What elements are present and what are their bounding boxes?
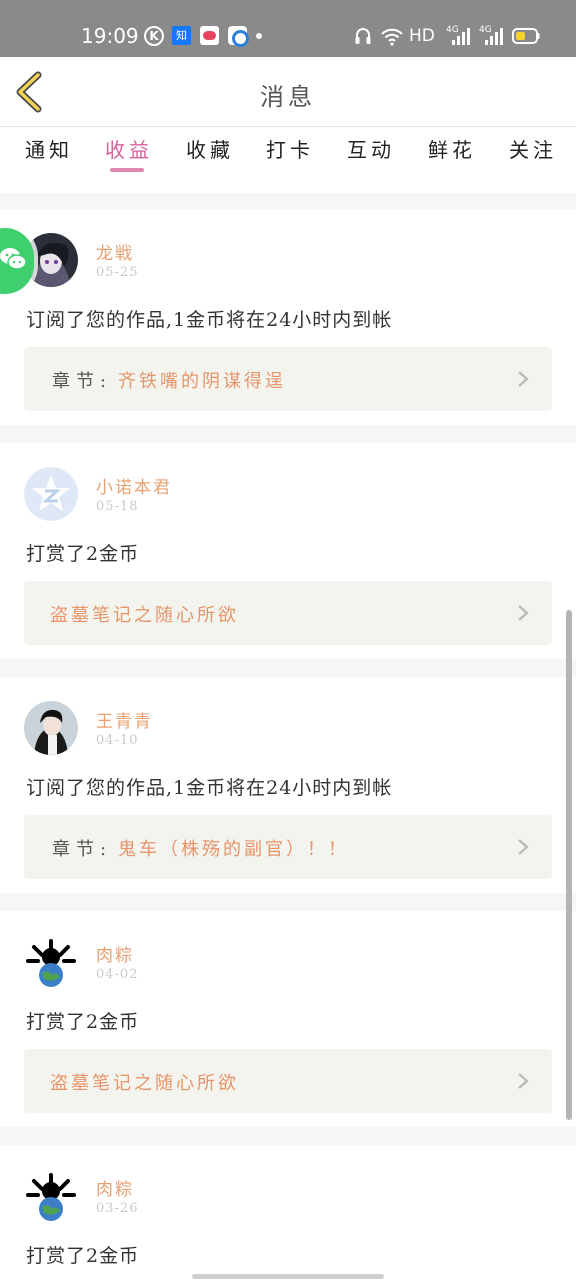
- chapter-link[interactable]: 盗墓笔记之随心所欲: [24, 581, 552, 645]
- message-card: 肉粽 03-26 打赏了2金币: [0, 1145, 576, 1280]
- chapter-title: 齐铁嘴的阴谋得逞: [118, 371, 286, 392]
- user-name: 王青青: [96, 712, 153, 732]
- zhihu-icon: 知: [172, 26, 191, 45]
- scrollbar[interactable]: [566, 610, 572, 1120]
- wechat-icon: [0, 248, 27, 270]
- chapter-link[interactable]: 章节: 齐铁嘴的阴谋得逞: [24, 347, 552, 411]
- message-date: 05-25: [96, 265, 139, 280]
- tab-interactions[interactable]: 互动: [346, 135, 396, 179]
- chevron-right-icon: [518, 1073, 529, 1089]
- tab-flowers[interactable]: 鲜花: [427, 135, 477, 179]
- browser-icon: [228, 26, 249, 47]
- chapter-title: 鬼车（株殇的副官）！！: [118, 839, 349, 860]
- user-name: 小诺本君: [96, 478, 172, 498]
- avatar[interactable]: [24, 701, 78, 755]
- chevron-right-icon: [518, 371, 529, 387]
- message-text: 订阅了您的作品,1金币将在24小时内到帐: [26, 777, 393, 799]
- avatar[interactable]: [24, 467, 78, 521]
- message-card: 小诺本君 05-18 打赏了2金币 盗墓笔记之随心所欲: [0, 443, 576, 659]
- message-date: 04-02: [96, 967, 139, 982]
- page-title: 消息: [260, 83, 316, 111]
- message-card: 龙戦 05-25 订阅了您的作品,1金币将在24小时内到帐 章节: 齐铁嘴的阴谋…: [0, 209, 576, 425]
- battery-icon: [512, 28, 540, 44]
- status-bar: 19:09 K 知 HD 4G 4G: [0, 0, 576, 57]
- message-date: 05-18: [96, 499, 139, 514]
- tab-checkin[interactable]: 打卡: [265, 135, 315, 179]
- message-text: 订阅了您的作品,1金币将在24小时内到帐: [26, 309, 393, 331]
- tab-earnings[interactable]: 收益: [104, 135, 154, 179]
- chapter-label: 章节:: [52, 839, 113, 860]
- wifi-icon: [381, 28, 403, 46]
- category-tabs: 通知 收益 收藏 打卡 互动 鲜花 关注: [0, 127, 576, 193]
- chapter-title: 盗墓笔记之随心所欲: [50, 1073, 239, 1094]
- message-date: 03-26: [96, 1201, 139, 1216]
- message-text: 打赏了2金币: [26, 543, 140, 565]
- avatar[interactable]: [24, 935, 78, 989]
- chapter-link[interactable]: 盗墓笔记之随心所欲: [24, 1049, 552, 1113]
- user-name: 肉粽: [96, 946, 134, 966]
- chapter-link[interactable]: 章节: 鬼车（株殇的副官）！！: [24, 815, 552, 879]
- chapter-title: 盗墓笔记之随心所欲: [50, 605, 239, 626]
- status-time: 19:09: [81, 24, 139, 48]
- signal-icon-2: [485, 28, 503, 45]
- chevron-right-icon: [518, 839, 529, 855]
- message-card: 王青青 04-10 订阅了您的作品,1金币将在24小时内到帐 章节: 鬼车（株殇…: [0, 677, 576, 893]
- user-name: 肉粽: [96, 1180, 134, 1200]
- hd-label: HD: [409, 26, 435, 46]
- tab-following[interactable]: 关注: [508, 135, 558, 179]
- headphones-icon: [355, 28, 371, 44]
- chevron-right-icon: [518, 605, 529, 621]
- chapter-label: 章节:: [52, 371, 113, 392]
- k-circle-icon: K: [144, 26, 164, 46]
- message-date: 04-10: [96, 733, 139, 748]
- home-indicator[interactable]: [192, 1274, 384, 1279]
- tab-notifications[interactable]: 通知: [24, 135, 74, 179]
- signal-icon: [452, 28, 470, 45]
- user-name: 龙戦: [96, 244, 134, 264]
- top-navigation-bar: 消息: [0, 57, 576, 127]
- message-text: 打赏了2金币: [26, 1245, 140, 1267]
- app-icon: [200, 26, 219, 45]
- message-card: 肉粽 04-02 打赏了2金币 盗墓笔记之随心所欲: [0, 911, 576, 1127]
- avatar[interactable]: [24, 1169, 78, 1223]
- notification-dot-icon: [256, 33, 262, 39]
- message-text: 打赏了2金币: [26, 1011, 140, 1033]
- tab-favorites[interactable]: 收藏: [185, 135, 235, 179]
